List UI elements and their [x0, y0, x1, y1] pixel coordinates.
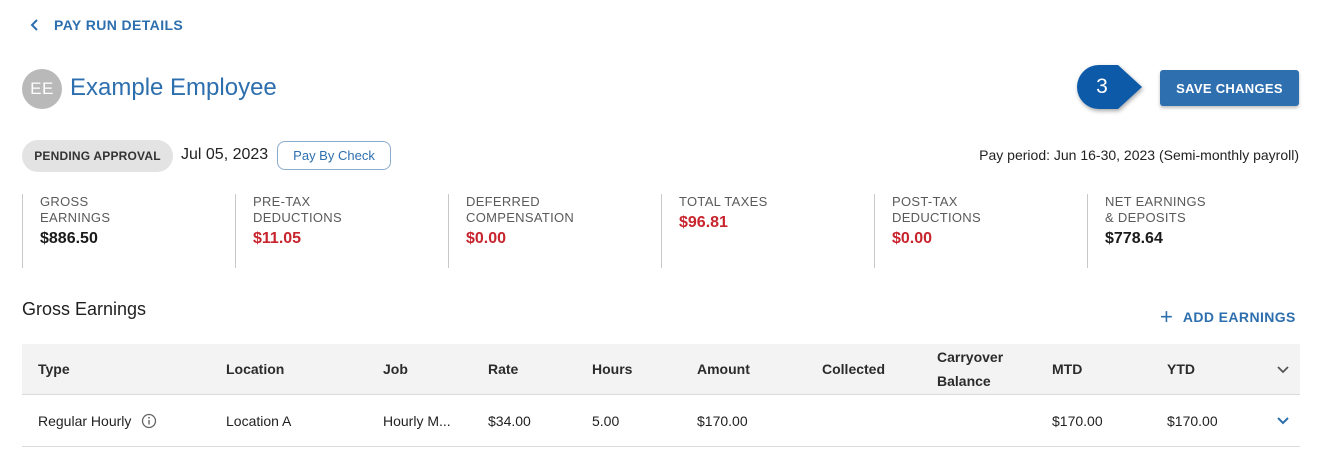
summary-label: TOTAL TAXES [679, 194, 768, 209]
column-header-rate[interactable]: Rate [488, 344, 518, 394]
cell-ytd: $170.00 [1167, 412, 1218, 429]
cell-rate: $34.00 [488, 412, 531, 429]
summary-label: GROSS EARNINGS [40, 194, 111, 225]
earning-type: Regular Hourly [38, 412, 132, 429]
back-link-label: PAY RUN DETAILS [54, 17, 184, 33]
employee-name: Example Employee [70, 74, 277, 101]
column-header-ytd[interactable]: YTD [1167, 344, 1195, 394]
chevron-down-icon [1277, 417, 1289, 425]
earnings-table: Type Location Job Rate Hours Amount Coll… [22, 344, 1300, 447]
expand-all-button[interactable] [1276, 344, 1290, 394]
add-earnings-label: ADD EARNINGS [1182, 309, 1296, 325]
summary-label: NET EARNINGS & DEPOSITS [1105, 194, 1206, 225]
summary-total-taxes: TOTAL TAXES $96.81 [661, 194, 874, 268]
summary-pre-tax-deductions: PRE-TAX DEDUCTIONS $11.05 [235, 194, 448, 268]
pay-by-check-button[interactable]: Pay By Check [277, 141, 391, 170]
summary-post-tax-deductions: POST-TAX DEDUCTIONS $0.00 [874, 194, 1087, 268]
save-changes-button[interactable]: SAVE CHANGES [1160, 70, 1299, 106]
cell-type: Regular Hourly [38, 395, 157, 446]
balance-label: Balance [937, 373, 991, 389]
summary-deferred-compensation: DEFERRED COMPENSATION $0.00 [448, 194, 661, 268]
plus-icon: + [1160, 304, 1173, 329]
cell-mtd: $170.00 [1052, 412, 1103, 429]
summary-value: $0.00 [466, 230, 507, 247]
add-earnings-button[interactable]: + ADD EARNINGS [1160, 304, 1296, 329]
chevron-left-icon [30, 19, 38, 31]
cell-hours: 5.00 [592, 412, 620, 429]
column-header-mtd[interactable]: MTD [1052, 344, 1082, 394]
column-header-location[interactable]: Location [226, 344, 284, 394]
summary-gross-earnings: GROSS EARNINGS $886.50 [22, 194, 235, 268]
summary-net-earnings: NET EARNINGS & DEPOSITS $778.64 [1087, 194, 1300, 268]
column-header-amount[interactable]: Amount [697, 344, 750, 394]
earnings-summary: GROSS EARNINGS $886.50 PRE-TAX DEDUCTION… [22, 194, 1300, 268]
back-to-pay-run-link[interactable]: PAY RUN DETAILS [30, 17, 183, 33]
cell-location: Location A [226, 412, 292, 429]
cell-amount: $170.00 [697, 412, 748, 429]
column-header-job[interactable]: Job [383, 344, 408, 394]
summary-value: $96.81 [679, 214, 728, 231]
step-number: 3 [1096, 75, 1108, 98]
pay-date: Jul 05, 2023 [181, 146, 269, 163]
summary-value: $0.00 [892, 230, 933, 247]
carryover-label: Carryover [937, 349, 1004, 365]
section-title: Gross Earnings [22, 299, 147, 319]
summary-value: $886.50 [40, 230, 98, 247]
info-icon[interactable] [141, 413, 157, 429]
cell-job: Hourly M... [383, 412, 451, 429]
column-header-collected[interactable]: Collected [822, 344, 885, 394]
column-header-carryover-balance[interactable]: Carryover Balance [937, 344, 1003, 394]
status-badge: PENDING APPROVAL [22, 140, 173, 172]
column-header-type[interactable]: Type [38, 344, 70, 394]
summary-label: DEFERRED COMPENSATION [466, 194, 575, 225]
summary-label: PRE-TAX DEDUCTIONS [253, 194, 342, 225]
column-header-hours[interactable]: Hours [592, 344, 632, 394]
table-header: Type Location Job Rate Hours Amount Coll… [22, 344, 1300, 395]
summary-label: POST-TAX DEDUCTIONS [892, 194, 981, 225]
summary-value: $11.05 [253, 230, 302, 247]
expand-row-button[interactable] [1276, 395, 1290, 446]
avatar: EE [22, 69, 62, 109]
table-row[interactable]: Regular Hourly Location A Hourly M... $3… [22, 395, 1300, 447]
chevron-down-icon [1277, 365, 1289, 373]
pay-period: Pay period: Jun 16-30, 2023 (Semi-monthl… [979, 147, 1299, 163]
summary-value: $778.64 [1105, 230, 1163, 247]
